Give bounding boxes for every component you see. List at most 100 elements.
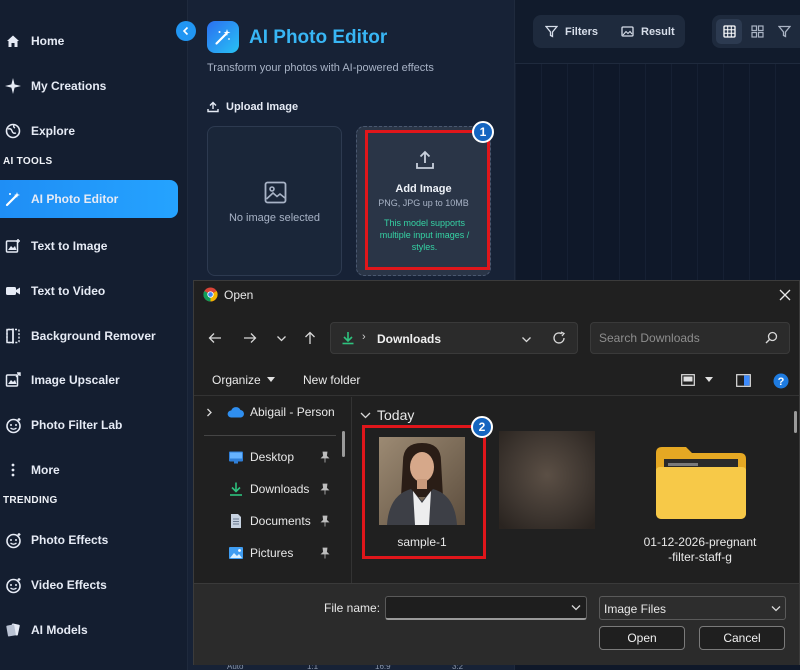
page-title: AI Photo Editor [249,27,388,48]
nav-item-pictures[interactable]: Pictures [194,541,344,565]
sidebar-item-background-remover[interactable]: Background Remover [0,317,178,355]
sidebar-item-more[interactable]: More [0,451,178,489]
video-icon [4,282,22,300]
filter-icon [777,25,791,38]
sidebar-item-label: Photo Filter Lab [31,418,123,432]
step-badge-2: 2 [471,416,493,438]
nav-scrollbar[interactable] [342,431,345,457]
sidebar-item-video-effects[interactable]: Video Effects [0,566,178,604]
navigation-pane: Abigail - Person Desktop Downloads Docum… [194,397,352,583]
sidebar-item-label: Text to Video [31,284,106,298]
chevron-down-icon[interactable] [571,604,581,612]
sidebar-item-image-upscaler[interactable]: Image Upscaler [0,361,178,399]
sidebar-item-photo-filter-lab[interactable]: Photo Filter Lab [0,406,178,444]
grid-large-icon [722,25,736,38]
chrome-icon [203,287,218,302]
grid-view-button[interactable] [744,19,770,44]
nav-item-onedrive[interactable]: Abigail - Person [194,400,344,424]
sidebar-item-text-to-video[interactable]: Text to Video [0,272,178,310]
recent-locations-button[interactable] [272,330,290,346]
section-trending: TRENDING [3,495,58,506]
arrow-up-icon [305,331,315,344]
refresh-icon[interactable] [552,331,566,345]
desktop-icon [229,451,243,464]
open-button[interactable]: Open [599,626,685,650]
file-item-blurred[interactable] [487,427,605,567]
file-type-select[interactable]: Image Files [599,596,786,620]
upscale-icon [4,371,22,389]
preview-empty-text: No image selected [228,212,321,224]
result-tab[interactable]: Result [621,15,675,48]
more-vertical-icon [4,461,22,479]
pin-icon [320,547,330,559]
sidebar-item-ai-models[interactable]: AI Models [0,611,178,649]
filter-view-button[interactable] [771,19,797,44]
chevron-down-icon [771,606,781,612]
sidebar-item-ai-photo-editor[interactable]: AI Photo Editor [0,180,178,218]
forward-button[interactable] [241,330,259,346]
sidebar-item-photo-effects[interactable]: Photo Effects [0,521,178,559]
sidebar-item-label: More [31,463,60,477]
sidebar-item-home[interactable]: Home [0,22,178,60]
cards-icon [4,621,22,639]
upload-heading: Upload Image [207,101,298,113]
sidebar-item-my-creations[interactable]: My Creations [0,67,178,105]
sidebar-item-label: Video Effects [31,578,107,592]
address-bar[interactable]: › Downloads [330,322,578,354]
highlight-sample-file [362,425,486,559]
globe-icon [4,122,22,140]
sidebar-item-label: AI Models [31,623,88,637]
onedrive-cloud-icon [227,407,244,418]
sidebar: Home My Creations Explore AI TOOLS AI Ph… [0,0,188,670]
arrow-left-icon [208,333,221,343]
sidebar-item-explore[interactable]: Explore [0,112,178,150]
document-icon [231,514,241,528]
nav-item-downloads[interactable]: Downloads [194,477,344,501]
sparkle-icon [4,77,22,95]
up-button[interactable] [301,330,319,346]
pin-icon [320,451,330,463]
pictures-icon [229,547,243,559]
magic-wand-icon [215,29,231,45]
result-toolbar: Filters Result [515,0,800,64]
new-folder-button[interactable]: New folder [303,373,360,387]
open-file-dialog: Open › Downloads Organize New folder [193,280,800,665]
file-name-label: File name: [324,601,381,615]
search-input[interactable] [590,322,790,354]
preview-pane-button[interactable] [736,374,751,387]
image-preview: No image selected [207,126,342,276]
filter-face-icon [4,416,22,434]
filters-tab[interactable]: Filters [545,15,598,48]
view-options-button[interactable] [681,374,713,386]
organize-button[interactable]: Organize [212,373,275,387]
file-name-input[interactable] [385,596,587,620]
file-item-folder[interactable]: 01-12-2026-pregnant-filter-staff-g [641,427,759,567]
single-view-button[interactable] [716,19,742,44]
nav-item-desktop[interactable]: Desktop [194,445,344,469]
help-icon: ? [773,373,789,389]
sidebar-item-text-to-image[interactable]: Text to Image [0,227,178,265]
group-header-today[interactable]: Today [360,407,414,423]
close-icon[interactable] [778,288,792,302]
nav-divider [204,435,336,436]
content-scrollbar[interactable] [794,411,797,433]
help-button[interactable]: ? [773,373,789,389]
sidebar-item-label: Photo Effects [31,533,109,547]
sidebar-item-label: Image Upscaler [31,373,120,387]
command-bar: Organize New folder ? [194,367,799,396]
sidebar-item-label: My Creations [31,79,107,93]
filter-icon [545,25,558,38]
app-logo [207,21,239,53]
chevron-down-icon [360,412,371,418]
sidebar-item-label: Background Remover [31,329,156,343]
section-ai-tools: AI TOOLS [3,156,53,167]
dialog-title: Open [224,288,254,302]
view-mode-segment: Filters Result [533,15,685,48]
nav-item-documents[interactable]: Documents [194,509,344,533]
chevron-down-icon[interactable] [521,334,532,345]
collapse-sidebar-button[interactable] [176,21,196,41]
sidebar-item-label: Text to Image [31,239,108,253]
cancel-button[interactable]: Cancel [699,626,785,650]
address-path[interactable]: Downloads [377,332,441,346]
back-button[interactable] [206,330,224,346]
